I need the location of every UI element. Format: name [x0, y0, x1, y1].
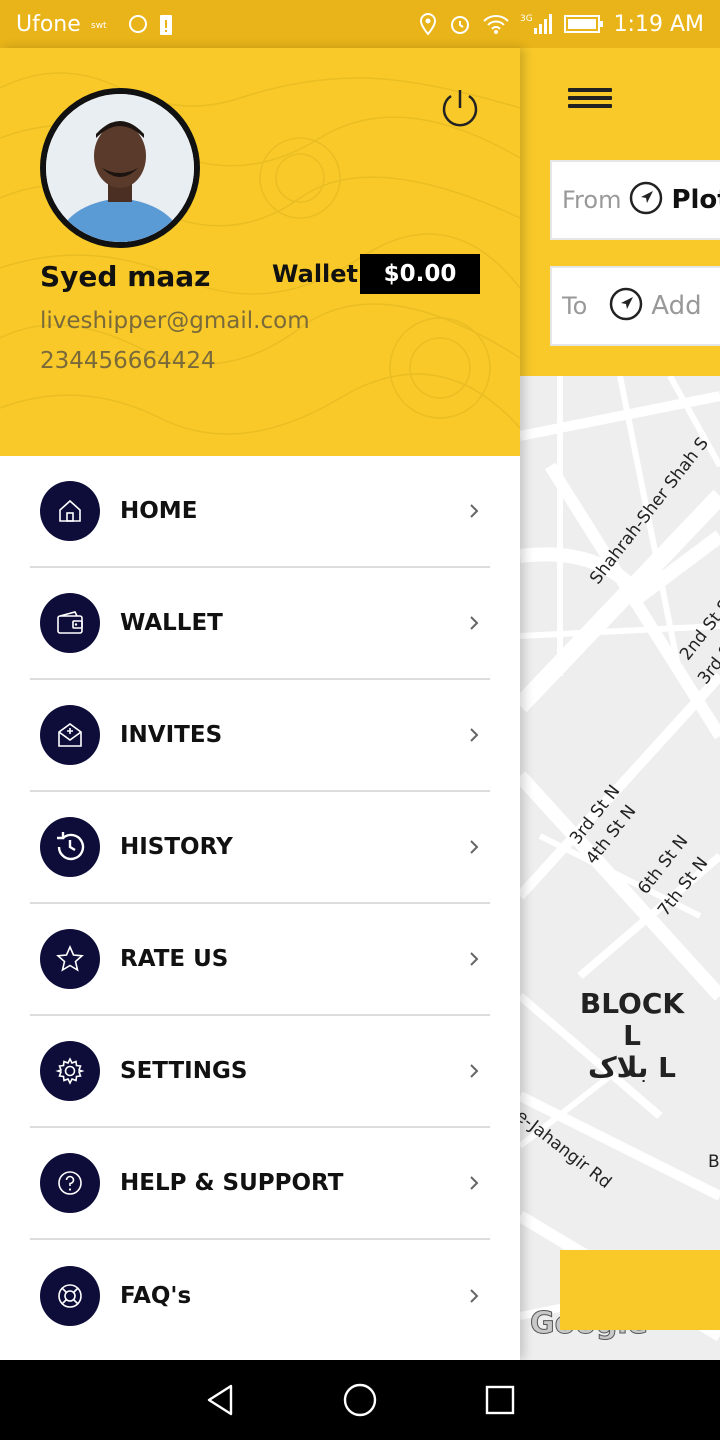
user-email: liveshipper@gmail.com	[40, 308, 310, 334]
avatar[interactable]	[40, 88, 200, 248]
menu-item-history[interactable]: HISTORY	[30, 792, 490, 904]
gear-icon	[40, 1041, 100, 1101]
menu-label: HELP & SUPPORT	[120, 1170, 344, 1196]
map-block-name: BLOCK L	[579, 987, 685, 1052]
confirm-ride-button[interactable]	[560, 1250, 720, 1330]
drawer-menu: HOME WALLET INVITES HISTORY RATE US SETT…	[0, 456, 520, 1352]
chevron-right-icon	[470, 504, 479, 518]
menu-label: WALLET	[120, 610, 223, 636]
wallet-icon	[40, 593, 100, 653]
svg-text:swt: swt	[91, 21, 107, 31]
user-name: Syed maaz	[40, 260, 211, 293]
chevron-right-icon	[470, 952, 479, 966]
to-placeholder: Add	[651, 291, 702, 321]
chevron-right-icon	[470, 1176, 479, 1190]
menu-item-wallet[interactable]: WALLET	[30, 568, 490, 680]
profile-header: Syed maaz Wallet: $0.00 liveshipper@gmai…	[0, 48, 520, 456]
menu-item-rate-us[interactable]: RATE US	[30, 904, 490, 1016]
map-block-urdu: بلاک L	[587, 1051, 677, 1084]
recents-button[interactable]	[478, 1378, 522, 1422]
menu-item-home[interactable]: HOME	[30, 456, 490, 568]
menu-label: INVITES	[120, 722, 223, 748]
invite-mail-icon	[40, 705, 100, 765]
history-icon	[40, 817, 100, 877]
help-icon	[40, 1153, 100, 1213]
battery-icon	[563, 14, 604, 34]
menu-item-invites[interactable]: INVITES	[30, 680, 490, 792]
home-button[interactable]	[338, 1378, 382, 1422]
chevron-right-icon	[470, 840, 479, 854]
wifi-icon	[482, 13, 510, 35]
map-view[interactable]: Shahrah-Sher Shah S 2nd St S 3rd S 3rd S…	[520, 376, 720, 1360]
from-value: Plot	[671, 185, 720, 215]
signal-icon: 3G	[520, 12, 554, 36]
menu-item-help-support[interactable]: HELP & SUPPORT	[30, 1128, 490, 1240]
battery-alert-icon	[159, 12, 173, 36]
from-label: From	[562, 186, 622, 214]
location-icon	[418, 12, 438, 36]
map-area-label: BLOCK L بلاک L	[570, 988, 694, 1084]
navigation-drawer: Syed maaz Wallet: $0.00 liveshipper@gmai…	[0, 48, 520, 1360]
wallet-balance: $0.00	[360, 254, 480, 294]
carrier-name: Ufone	[16, 11, 81, 37]
svg-text:3G: 3G	[520, 14, 533, 24]
to-label: To	[562, 292, 588, 320]
status-time: 1:19 AM	[613, 11, 704, 37]
menu-label: HOME	[120, 498, 198, 524]
menu-label: HISTORY	[120, 834, 233, 860]
back-button[interactable]	[198, 1378, 242, 1422]
power-logout-icon[interactable]	[438, 86, 482, 130]
to-location-field[interactable]: To Add	[550, 266, 720, 346]
map-header: From Plot To Add	[520, 48, 720, 376]
navigation-arrow-icon	[609, 287, 643, 325]
lifebuoy-icon	[40, 1266, 100, 1326]
wallet-label: Wallet:	[272, 260, 368, 288]
status-bar: Ufone swt 3G 1:19 AM	[0, 0, 720, 48]
menu-label: RATE US	[120, 946, 229, 972]
chevron-right-icon	[470, 616, 479, 630]
chevron-right-icon	[470, 1064, 479, 1078]
hamburger-menu-icon[interactable]	[568, 88, 612, 112]
background-map-screen: From Plot To Add	[520, 48, 720, 1360]
menu-label: SETTINGS	[120, 1058, 248, 1084]
user-phone: 234456664424	[40, 348, 216, 374]
navigation-arrow-icon	[629, 181, 663, 219]
chevron-right-icon	[470, 1289, 479, 1303]
star-icon	[40, 929, 100, 989]
home-icon	[40, 481, 100, 541]
alarm-icon	[448, 12, 472, 36]
from-location-field[interactable]: From Plot	[550, 160, 720, 240]
map-edge-label: B	[708, 1152, 720, 1172]
menu-item-faqs[interactable]: FAQ's	[30, 1240, 490, 1352]
sim-icon: swt	[91, 16, 117, 32]
menu-label: FAQ's	[120, 1283, 192, 1309]
chat-notification-icon	[127, 13, 149, 35]
chevron-right-icon	[470, 728, 479, 742]
menu-item-settings[interactable]: SETTINGS	[30, 1016, 490, 1128]
system-navigation-bar	[0, 1360, 720, 1440]
